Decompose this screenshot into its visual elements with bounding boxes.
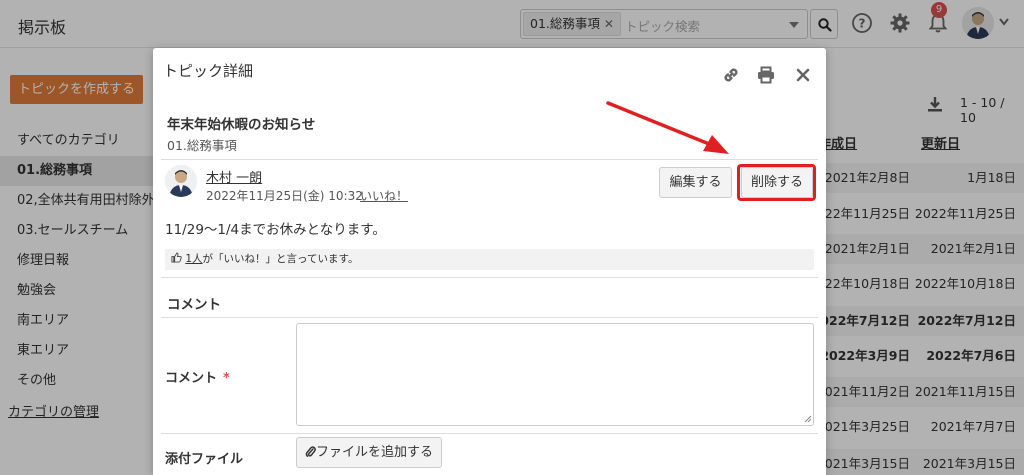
paperclip-icon	[305, 446, 316, 457]
thumbs-up-icon	[171, 252, 182, 263]
link-icon[interactable]	[721, 65, 741, 85]
likes-bar: 1人が「いいね！」と言っています。	[165, 249, 814, 270]
comment-label-text: コメント	[165, 371, 218, 386]
comment-section-title: コメント	[167, 297, 221, 313]
comment-textarea[interactable]	[296, 323, 814, 426]
post-body: 11/29〜1/4までお休みとなります。	[165, 222, 386, 238]
likes-count[interactable]: 1人	[185, 253, 202, 265]
divider	[161, 317, 818, 318]
author-name[interactable]: 木村 一朗	[206, 167, 262, 186]
resize-grip-icon[interactable]	[804, 415, 812, 423]
topic-title: 年末年始休暇のお知らせ	[167, 117, 316, 133]
edit-button[interactable]: 編集する	[659, 167, 732, 198]
divider	[161, 277, 818, 278]
print-icon[interactable]	[756, 65, 776, 85]
likes-text: が「いいね！」と言っています。	[202, 253, 359, 265]
delete-highlight-box	[737, 164, 816, 201]
add-file-button[interactable]: ファイルを追加する	[296, 437, 442, 468]
like-link[interactable]: いいね！	[360, 187, 408, 204]
post-date: 2022年11月25日(金) 10:32	[206, 189, 363, 203]
close-icon[interactable]	[793, 65, 813, 85]
topic-category: 01.総務事項	[167, 138, 237, 153]
comment-label: コメント *	[165, 367, 230, 386]
annotation-arrow-icon	[606, 101, 729, 154]
modal-title: トピック詳細	[163, 62, 254, 80]
divider	[161, 159, 818, 160]
attachment-label: 添付ファイル	[165, 452, 244, 467]
required-mark: *	[223, 371, 230, 386]
author-avatar	[165, 165, 197, 197]
add-file-label: ファイルを追加する	[315, 445, 433, 460]
divider	[161, 433, 818, 434]
